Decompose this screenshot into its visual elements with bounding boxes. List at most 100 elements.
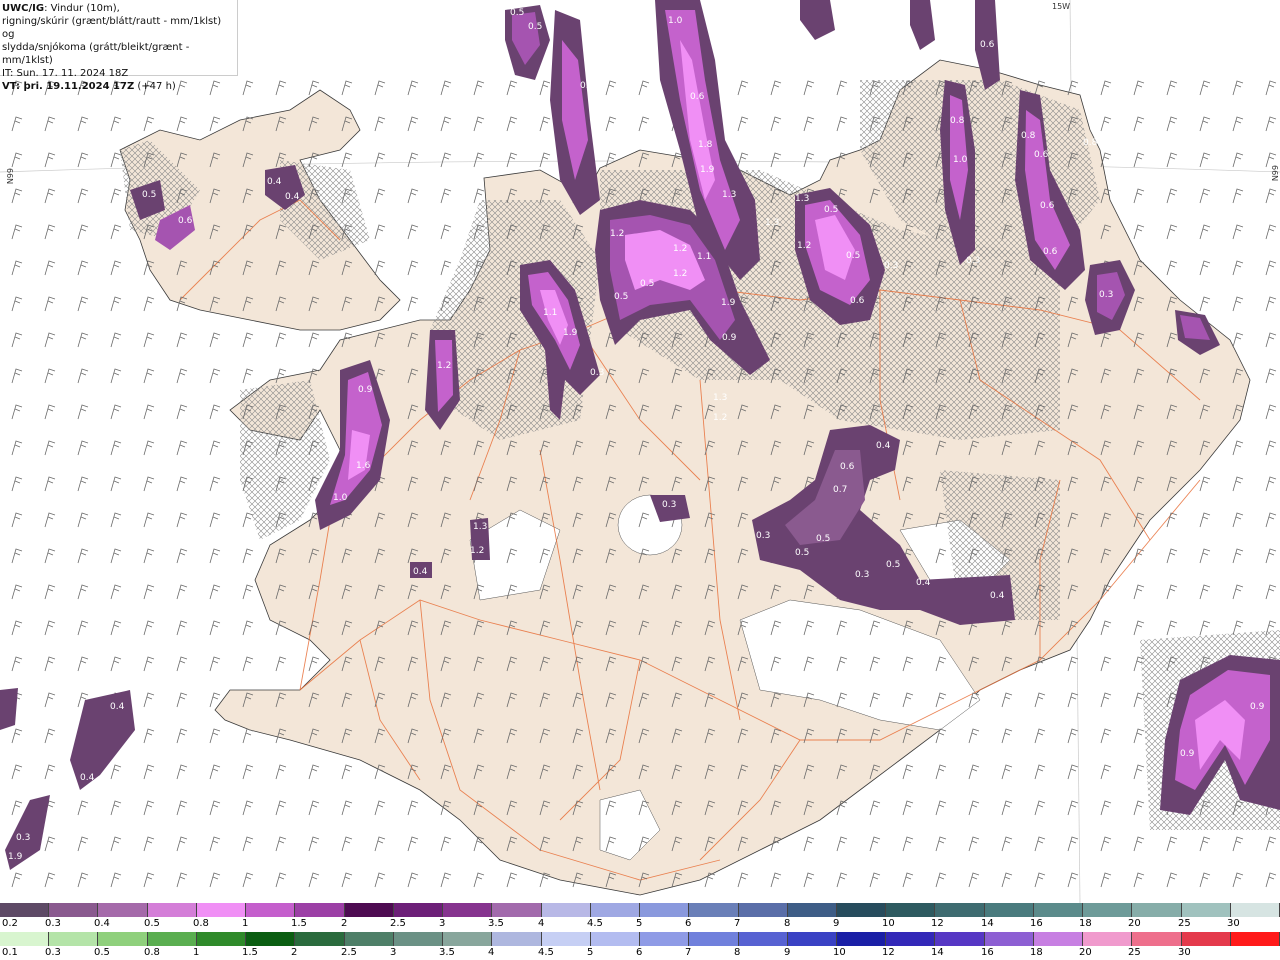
colorbar-label: 0.3 [45,947,61,958]
precip-value-label: 0.5 [886,560,900,570]
colorbar-swatch [1033,932,1084,946]
title-line-3: slydda/snjókoma (grátt/bleikt/grænt - mm… [2,42,190,66]
precip-value-label: 1.0 [953,155,968,165]
precip-value-label: 0.6 [178,216,193,226]
precip-value-label: 0.5 [816,534,830,544]
precip-value-label: 0.3 [756,531,770,541]
colorbar-label: 25 [1128,947,1141,958]
colorbar-swatch [738,903,788,917]
colorbar-swatch [640,932,690,946]
colorbar-label: 1 [242,918,249,929]
precip-value-label: 1.2 [797,241,811,251]
precip-value-label: 0.9 [1250,702,1265,712]
lon-label-top: 15W [1052,2,1070,11]
colorbar-swatch [1083,903,1133,917]
colorbar-swatch [886,903,936,917]
precip-value-label: 0.6 [840,462,855,472]
colorbar-label: 30 [1227,918,1240,929]
colorbar-label: 6 [685,918,692,929]
colorbar-label: 9 [833,918,840,929]
precip-value-label: 0.3 [884,261,898,271]
colorbar-swatch [787,932,837,946]
colorbar-label: 1.5 [242,947,258,958]
colorbar-label: 10 [833,947,846,958]
colorbar-label: 18 [1079,918,1092,929]
precip-value-label: 1.3 [473,522,487,532]
rain-colorbar-labels: 0.1 0.3 0.5 0.8 1 1.5 2 2.5 3 3.5 4 4.5 5 6 7 8 9 10 12 14 1… [0,947,1280,959]
weather-map: 0.50.51.00.60.40.40.60.50.60.40.40.60.81… [0,0,1280,903]
precip-value-label: 0.4 [80,773,95,783]
precip-value-label: 1.2 [713,413,727,423]
colorbar-swatch [689,932,739,946]
colorbar-label: 3.5 [439,947,455,958]
precip-value-label: 0.3 [966,256,980,266]
colorbar-label: 1.5 [291,918,307,929]
colorbar-label: 20 [1128,918,1141,929]
colorbar-label: 2 [291,947,298,958]
colorbar-label: 18 [1030,947,1043,958]
colorbar-swatch [1083,932,1133,946]
colorbar-label: 12 [882,947,895,958]
precip-value-label: 0.4 [832,86,847,96]
precip-value-label: 0.5 [614,292,628,302]
colorbar-swatch [590,903,641,917]
map-info-box: UWC/IG: Vindur (10m), rigning/skúrir (gr… [0,0,238,92]
colorbar-swatch [295,932,345,946]
colorbar-label: 7 [685,947,692,958]
colorbar-swatch [1230,932,1280,946]
precip-value-label: 0.5 [142,190,156,200]
precip-value-label: 0.3 [1099,290,1113,300]
snow-colorbar [0,903,1280,917]
colorbar-swatch [541,903,591,917]
colorbar-label: 30 [1178,947,1191,958]
colorbar-swatch [0,903,50,917]
precip-value-label: 0.9 [1180,749,1195,759]
precip-value-label: 0.4 [413,567,428,577]
colorbar-label: 9 [784,947,791,958]
colorbar-swatch [492,903,542,917]
colorbar-swatch [1181,932,1231,946]
precip-value-label: 1.1 [697,252,711,262]
precip-value-label: 0.4 [285,192,300,202]
colorbar-label: 0.2 [2,918,18,929]
precip-value-label: 0.4 [267,177,282,187]
precip-value-label: 1.3 [795,194,809,204]
precip-value-label: 0.4 [916,578,931,588]
precip-value-label: 1.3 [722,190,736,200]
snow-colorbar-labels: 0.2 0.3 0.4 0.5 0.8 1 1.5 2 2.5 3 3.5 4 4.5 5 6 7 8 9 10 12… [0,918,1280,930]
colorbar-swatch [98,932,148,946]
colorbar-swatch [295,903,345,917]
colorbar-label: 0.1 [2,947,18,958]
colorbar-swatch [443,903,493,917]
colorbar-swatch [344,932,394,946]
colorbar-swatch [246,932,296,946]
colorbar-label: 3 [439,918,446,929]
precip-value-label: 0.3 [16,833,30,843]
precip-value-label: 0.5 [846,251,860,261]
precip-value-label: 1.3 [765,218,779,228]
precip-value-label: 0.4 [837,63,852,73]
colorbar-swatch [590,932,641,946]
colorbar-swatch [1033,903,1084,917]
colorbar-label: 4.5 [538,947,554,958]
title-line-2: rigning/skúrir (grænt/blátt/rautt - mm/1… [2,16,222,40]
precip-value-label: 1.2 [673,244,687,254]
colorbar-label: 0.8 [144,947,160,958]
precip-value-label: 0.5 [824,205,838,215]
colorbar-swatch [147,903,197,917]
precip-value-label: 0.3 [590,368,604,378]
precip-value-label: 0.5 [640,279,654,289]
colorbar-swatch [49,932,99,946]
precip-value-label: 0.6 [1040,201,1055,211]
colorbar-swatch [0,932,50,946]
colorbar-swatch [1132,903,1182,917]
colorbar-label: 20 [1079,947,1092,958]
colorbar-swatch [836,903,887,917]
colorbar-label: 4 [538,918,545,929]
precip-value-label: 1.0 [668,16,683,26]
colorbar-label: 0.4 [94,918,110,929]
colorbar-label: 14 [981,918,994,929]
model-name: UWC/IG [2,3,45,14]
colorbar-swatch [1230,903,1280,917]
colorbar-label: 7 [734,918,741,929]
